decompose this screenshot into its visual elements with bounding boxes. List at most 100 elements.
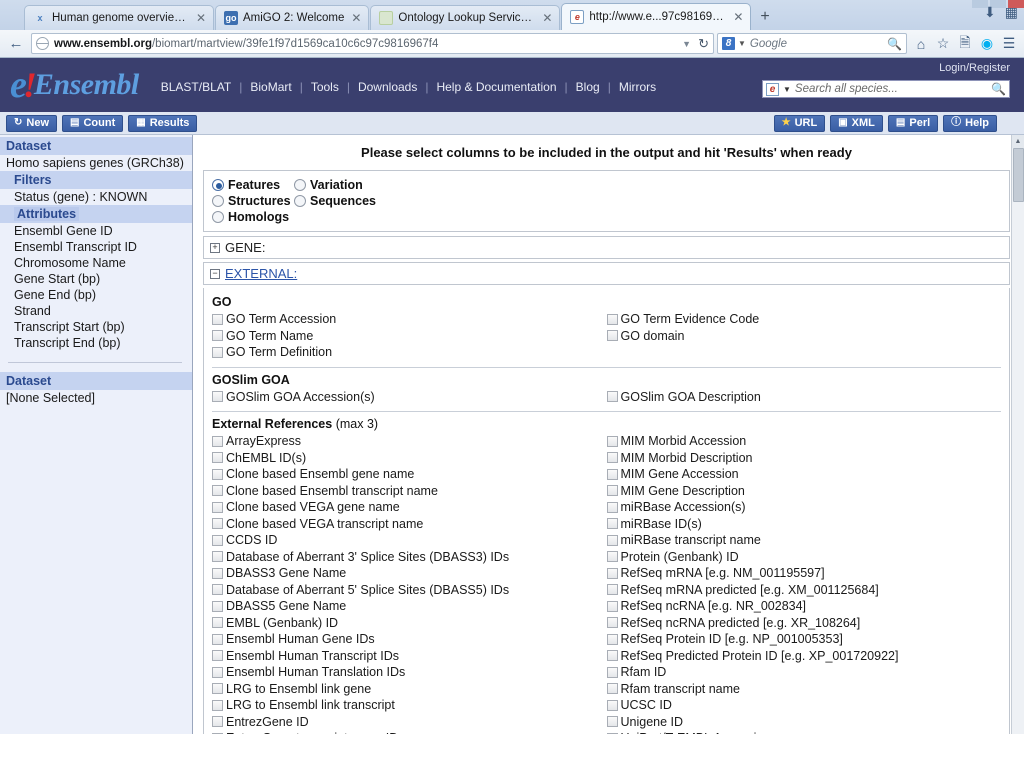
- tab-close-icon[interactable]: ✕: [350, 11, 362, 25]
- sidebar-attribute-gene-end[interactable]: Gene End (bp): [0, 287, 192, 303]
- nav-help-documentation[interactable]: Help & Documentation: [428, 80, 564, 94]
- checkbox-box[interactable]: [606, 518, 618, 530]
- checkbox-box[interactable]: [212, 452, 223, 464]
- ensembl-logo[interactable]: e ! Ensembl: [10, 66, 139, 104]
- browser-search-input[interactable]: 8 ▼ Google 🔍: [717, 33, 907, 54]
- tab-close-icon[interactable]: ✕: [732, 10, 744, 24]
- section-gene[interactable]: + GENE:: [203, 236, 1010, 259]
- menu-icon[interactable]: ☰: [998, 33, 1020, 55]
- collapse-icon[interactable]: −: [210, 268, 220, 279]
- checkbox-box[interactable]: [606, 633, 618, 645]
- checkbox-box[interactable]: [212, 584, 223, 596]
- checkbox-box[interactable]: [606, 683, 618, 695]
- section-external[interactable]: − EXTERNAL:: [203, 262, 1010, 285]
- sidebar-attribute-ensembl-gene-id[interactable]: Ensembl Gene ID: [0, 223, 192, 239]
- sidebar-attribute-chromosome-name[interactable]: Chromosome Name: [0, 255, 192, 271]
- radio-variation[interactable]: Variation: [294, 178, 363, 192]
- checkbox-clone-based-vega-transcript-name[interactable]: Clone based VEGA transcript name: [212, 516, 607, 533]
- checkbox-box[interactable]: [212, 732, 223, 734]
- new-tab-button[interactable]: +: [752, 6, 777, 30]
- url-button[interactable]: ★ URL: [773, 114, 826, 132]
- checkbox-box[interactable]: [606, 452, 618, 464]
- checkbox-mim-morbid-accession[interactable]: MIM Morbid Accession: [606, 433, 1002, 450]
- browser-tab-4-active[interactable]: e http://www.e...97c9816967f4 ✕: [561, 3, 752, 30]
- checkbox-mirbase-transcript-name[interactable]: miRBase transcript name: [606, 532, 1002, 549]
- reload-icon[interactable]: ↻: [696, 36, 709, 52]
- checkbox-box[interactable]: [212, 600, 223, 612]
- checkbox-arrayexpress[interactable]: ArrayExpress: [212, 433, 607, 450]
- checkbox-ccds-id[interactable]: CCDS ID: [212, 532, 607, 549]
- radio-homologs[interactable]: Homologs: [212, 210, 294, 224]
- checkbox-refseq-ncrna-predicted[interactable]: RefSeq ncRNA predicted [e.g. XR_108264]: [606, 615, 1002, 632]
- new-button[interactable]: ↻ New: [6, 114, 58, 132]
- checkbox-box[interactable]: [212, 468, 223, 480]
- checkbox-box[interactable]: [212, 699, 223, 711]
- count-button[interactable]: ▤ Count: [62, 114, 124, 132]
- sidebar-attribute-gene-start[interactable]: Gene Start (bp): [0, 271, 192, 287]
- perl-button[interactable]: ▤ Perl: [887, 114, 939, 132]
- checkbox-box[interactable]: [212, 650, 223, 662]
- checkbox-box[interactable]: [212, 346, 223, 358]
- checkbox-clone-based-ensembl-transcript-name[interactable]: Clone based Ensembl transcript name: [212, 483, 607, 500]
- checkbox-box[interactable]: [212, 313, 223, 325]
- checkbox-box[interactable]: [212, 485, 223, 497]
- checkbox-box[interactable]: [606, 501, 618, 513]
- checkbox-go-term-evidence-code[interactable]: GO Term Evidence Code: [606, 311, 1002, 328]
- checkbox-rfam-transcript-name[interactable]: Rfam transcript name: [606, 681, 1002, 698]
- checkbox-ensembl-human-transcript-ids[interactable]: Ensembl Human Transcript IDs: [212, 648, 607, 665]
- chevron-down-icon[interactable]: ▼: [738, 39, 746, 48]
- checkbox-box[interactable]: [212, 330, 223, 342]
- checkbox-mim-morbid-description[interactable]: MIM Morbid Description: [606, 450, 1002, 467]
- checkbox-go-term-name[interactable]: GO Term Name: [212, 328, 607, 345]
- chevron-down-icon[interactable]: ▼: [783, 85, 791, 94]
- sidebar-attribute-strand[interactable]: Strand: [0, 303, 192, 319]
- checkbox-refseq-ncrna[interactable]: RefSeq ncRNA [e.g. NR_002834]: [606, 598, 1002, 615]
- checkbox-box[interactable]: [606, 435, 618, 447]
- scrollbar-thumb[interactable]: [1013, 148, 1024, 202]
- checkbox-refseq-protein-id[interactable]: RefSeq Protein ID [e.g. NP_001005353]: [606, 631, 1002, 648]
- checkbox-box[interactable]: [606, 567, 618, 579]
- checkbox-box[interactable]: [606, 732, 618, 734]
- radio-button-sequences[interactable]: [294, 195, 306, 207]
- home-icon[interactable]: ⌂: [910, 33, 932, 55]
- checkbox-box[interactable]: [212, 633, 223, 645]
- checkbox-box[interactable]: [606, 716, 618, 728]
- checkbox-dbass3-gene-name[interactable]: DBASS3 Gene Name: [212, 565, 607, 582]
- checkbox-box[interactable]: [212, 518, 223, 530]
- checkbox-dbass5-gene-name[interactable]: DBASS5 Gene Name: [212, 598, 607, 615]
- nav-blast-blat[interactable]: BLAST/BLAT: [153, 80, 239, 94]
- checkbox-box[interactable]: [606, 650, 618, 662]
- radio-button-features[interactable]: [212, 179, 224, 191]
- sidebar-attribute-transcript-end[interactable]: Transcript End (bp): [0, 335, 192, 351]
- checkbox-mirbase-accessions[interactable]: miRBase Accession(s): [606, 499, 1002, 516]
- checkbox-mim-gene-accession[interactable]: MIM Gene Accession: [606, 466, 1002, 483]
- bookmark-star-icon[interactable]: ☆: [932, 33, 954, 55]
- checkbox-box[interactable]: [212, 683, 223, 695]
- nav-mirrors[interactable]: Mirrors: [611, 80, 664, 94]
- back-button[interactable]: ←: [4, 33, 28, 55]
- sidebar-dataset-value[interactable]: Homo sapiens genes (GRCh38): [0, 155, 192, 171]
- checkbox-go-term-accession[interactable]: GO Term Accession: [212, 311, 607, 328]
- sidebar-filter-status-gene[interactable]: Status (gene) : KNOWN: [0, 189, 192, 205]
- checkbox-clone-based-vega-gene-name[interactable]: Clone based VEGA gene name: [212, 499, 607, 516]
- download-icon[interactable]: ⬇: [984, 4, 996, 21]
- checkbox-box[interactable]: [606, 666, 618, 678]
- sidebar-attribute-transcript-start[interactable]: Transcript Start (bp): [0, 319, 192, 335]
- checkbox-goslim-goa-accessions[interactable]: GOSlim GOA Accession(s): [212, 389, 607, 406]
- checkbox-chembl-ids[interactable]: ChEMBL ID(s): [212, 450, 607, 467]
- nav-blog[interactable]: Blog: [568, 80, 608, 94]
- radio-sequences[interactable]: Sequences: [294, 194, 376, 208]
- checkbox-box[interactable]: [606, 330, 618, 342]
- checkbox-box[interactable]: [606, 584, 618, 596]
- help-button[interactable]: ⓘ Help: [943, 114, 997, 132]
- checkbox-box[interactable]: [606, 534, 618, 546]
- checkbox-entrezgene-id[interactable]: EntrezGene ID: [212, 714, 607, 731]
- checkbox-box[interactable]: [212, 617, 223, 629]
- scroll-up-arrow-icon[interactable]: ▲: [1012, 135, 1024, 148]
- checkbox-refseq-mrna-predicted[interactable]: RefSeq mRNA predicted [e.g. XM_001125684…: [606, 582, 1002, 599]
- checkbox-go-term-definition[interactable]: GO Term Definition: [212, 344, 607, 361]
- login-register-link[interactable]: Login/Register: [939, 62, 1010, 74]
- checkbox-box[interactable]: [212, 666, 223, 678]
- checkbox-embl-genbank-id[interactable]: EMBL (Genbank) ID: [212, 615, 607, 632]
- browser-tab-3[interactable]: Ontology Lookup Service (... ✕: [370, 5, 561, 30]
